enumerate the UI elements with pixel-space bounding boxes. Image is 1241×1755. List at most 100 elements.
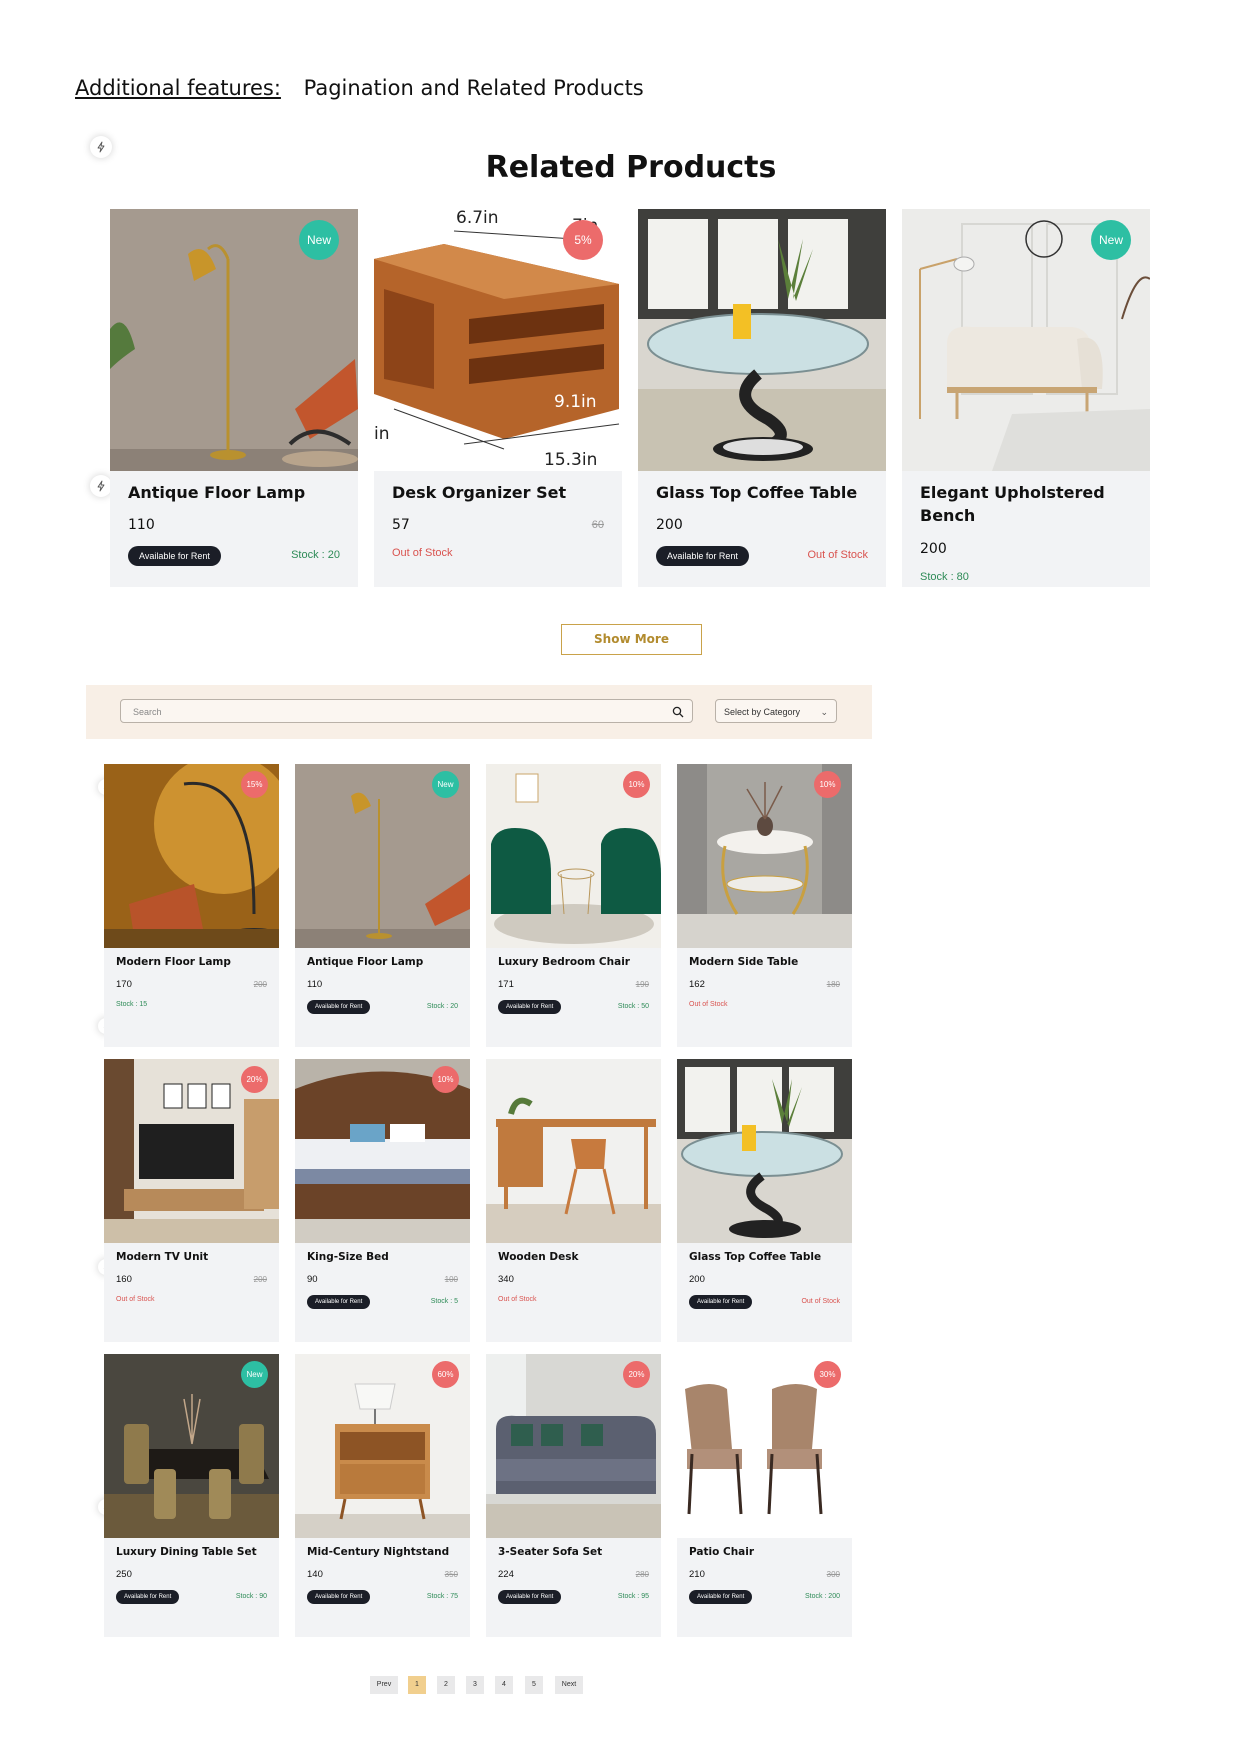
product-price: 170 [116, 979, 132, 990]
available-for-rent-badge: Available for Rent [307, 1000, 371, 1014]
flash-icon[interactable] [90, 475, 112, 497]
product-card[interactable]: 10% King-Size Bed 90 100 Available for R… [295, 1059, 470, 1342]
product-card[interactable]: New Elegant Upholstered Bench 200 Stock … [902, 209, 1150, 587]
search-placeholder: Search [133, 707, 162, 717]
product-card[interactable]: 15% Modern Floor Lamp 170 200 Stock : 15 [104, 764, 279, 1047]
stock-count: Stock : 15 [116, 1001, 148, 1008]
product-price: 200 [656, 517, 683, 533]
stock-status: Out of Stock [116, 1296, 155, 1303]
dimension-label: 9.1in [554, 392, 597, 412]
chevron-down-icon: ⌄ [820, 707, 828, 717]
available-for-rent-badge: Available for Rent [498, 1590, 562, 1604]
product-price: 200 [920, 541, 947, 557]
product-price: 250 [116, 1569, 132, 1580]
product-name[interactable]: Patio Chair [689, 1546, 754, 1558]
product-name[interactable]: Elegant Upholstered Bench [920, 481, 1135, 527]
original-price: 350 [444, 1570, 458, 1579]
dimension-label: in [374, 424, 390, 444]
available-for-rent-badge: Available for Rent [116, 1590, 180, 1604]
product-card[interactable]: New Antique Floor Lamp 110 Available for… [110, 209, 358, 587]
available-for-rent-badge: Available for Rent [498, 1000, 562, 1014]
stock-status: Out of Stock [498, 1296, 537, 1303]
product-card[interactable]: 20% Modern TV Unit 160 200 Out of Stock [104, 1059, 279, 1342]
filter-bar: Search Select by Category ⌄ [86, 685, 872, 739]
stock-status: Out of Stock [801, 1298, 840, 1305]
discount-badge: 20% [241, 1066, 268, 1093]
product-card[interactable]: 6.7in 7in 9.1in 15.3in in 5% Desk Organi… [374, 209, 622, 587]
product-name[interactable]: Antique Floor Lamp [128, 481, 343, 504]
product-name[interactable]: Antique Floor Lamp [307, 956, 423, 968]
product-name[interactable]: Modern TV Unit [116, 1251, 208, 1263]
doc-subheading: Pagination and Related Products [303, 76, 644, 100]
product-card[interactable]: Wooden Desk 340 Out of Stock [486, 1059, 661, 1342]
original-price: 200 [253, 1275, 267, 1284]
dimension-label: 15.3in [544, 450, 597, 470]
discount-badge: 20% [623, 1361, 650, 1388]
product-price: 110 [307, 979, 323, 990]
stock-status: Out of Stock [392, 547, 453, 559]
next-page-button[interactable]: Next [555, 1676, 583, 1694]
product-card[interactable]: 30% Patio Chair 210 300 Available for Re… [677, 1354, 852, 1637]
product-price: 110 [128, 517, 155, 533]
product-card[interactable]: New Antique Floor Lamp 110 Available for… [295, 764, 470, 1047]
show-more-button[interactable]: Show More [561, 624, 702, 655]
page-button-2[interactable]: 2 [437, 1676, 455, 1694]
product-card[interactable]: Glass Top Coffee Table 200 Available for… [638, 209, 886, 587]
search-input[interactable]: Search [120, 699, 693, 723]
product-price: 210 [689, 1569, 705, 1580]
document-header: Additional features: Pagination and Rela… [75, 76, 644, 100]
page-button-4[interactable]: 4 [495, 1676, 513, 1694]
product-name[interactable]: Mid-Century Nightstand [307, 1546, 449, 1558]
product-price: 160 [116, 1274, 132, 1285]
available-for-rent-badge: Available for Rent [689, 1590, 753, 1604]
product-card[interactable]: 10% Modern Side Table 162 180 Out of Sto… [677, 764, 852, 1047]
product-price: 340 [498, 1274, 514, 1285]
discount-badge: 5% [563, 220, 603, 260]
discount-badge: 10% [814, 771, 841, 798]
stock-status: Out of Stock [689, 1001, 728, 1008]
page-button-5[interactable]: 5 [525, 1676, 543, 1694]
stock-count: Stock : 95 [617, 1593, 649, 1600]
stock-count: Stock : 20 [291, 549, 340, 561]
product-name[interactable]: Glass Top Coffee Table [656, 481, 871, 504]
category-select-value: Select by Category [724, 707, 801, 717]
original-price: 100 [444, 1275, 458, 1284]
available-for-rent-badge: Available for Rent [128, 546, 221, 566]
product-price: 171 [498, 979, 514, 990]
product-name[interactable]: Modern Floor Lamp [116, 956, 231, 968]
new-badge: New [299, 220, 339, 260]
product-price: 224 [498, 1569, 514, 1580]
product-name[interactable]: Desk Organizer Set [392, 481, 607, 504]
product-card[interactable]: 10% Luxury Bedroom Chair 171 190 Availab… [486, 764, 661, 1047]
stock-count: Stock : 20 [426, 1003, 458, 1010]
available-for-rent-badge: Available for Rent [307, 1590, 371, 1604]
product-card[interactable]: Glass Top Coffee Table 200 Available for… [677, 1059, 852, 1342]
new-badge: New [1091, 220, 1131, 260]
discount-badge: 60% [432, 1361, 459, 1388]
product-image[interactable] [677, 1059, 852, 1243]
available-for-rent-badge: Available for Rent [307, 1295, 371, 1309]
product-card[interactable]: New Luxury Dining Table Set 250 Availabl… [104, 1354, 279, 1637]
product-image[interactable] [486, 1059, 661, 1243]
stock-count: Stock : 90 [235, 1593, 267, 1600]
available-for-rent-badge: Available for Rent [656, 546, 749, 566]
product-name[interactable]: King-Size Bed [307, 1251, 389, 1263]
product-name[interactable]: Glass Top Coffee Table [689, 1251, 821, 1263]
product-name[interactable]: Modern Side Table [689, 956, 798, 968]
discount-badge: 10% [623, 771, 650, 798]
page-button-1[interactable]: 1 [408, 1676, 426, 1694]
product-name[interactable]: Luxury Bedroom Chair [498, 956, 630, 968]
product-name[interactable]: Luxury Dining Table Set [116, 1546, 257, 1558]
product-card[interactable]: 20% 3-Seater Sofa Set 224 280 Available … [486, 1354, 661, 1637]
product-card[interactable]: 60% Mid-Century Nightstand 140 350 Avail… [295, 1354, 470, 1637]
category-select[interactable]: Select by Category ⌄ [715, 699, 837, 723]
discount-badge: 10% [432, 1066, 459, 1093]
discount-badge: 15% [241, 771, 268, 798]
prev-page-button[interactable]: Prev [370, 1676, 398, 1694]
product-image[interactable] [638, 209, 886, 471]
original-price: 300 [826, 1570, 840, 1579]
product-name[interactable]: Wooden Desk [498, 1251, 578, 1263]
page-button-3[interactable]: 3 [466, 1676, 484, 1694]
product-name[interactable]: 3-Seater Sofa Set [498, 1546, 602, 1558]
search-icon[interactable] [672, 706, 684, 718]
